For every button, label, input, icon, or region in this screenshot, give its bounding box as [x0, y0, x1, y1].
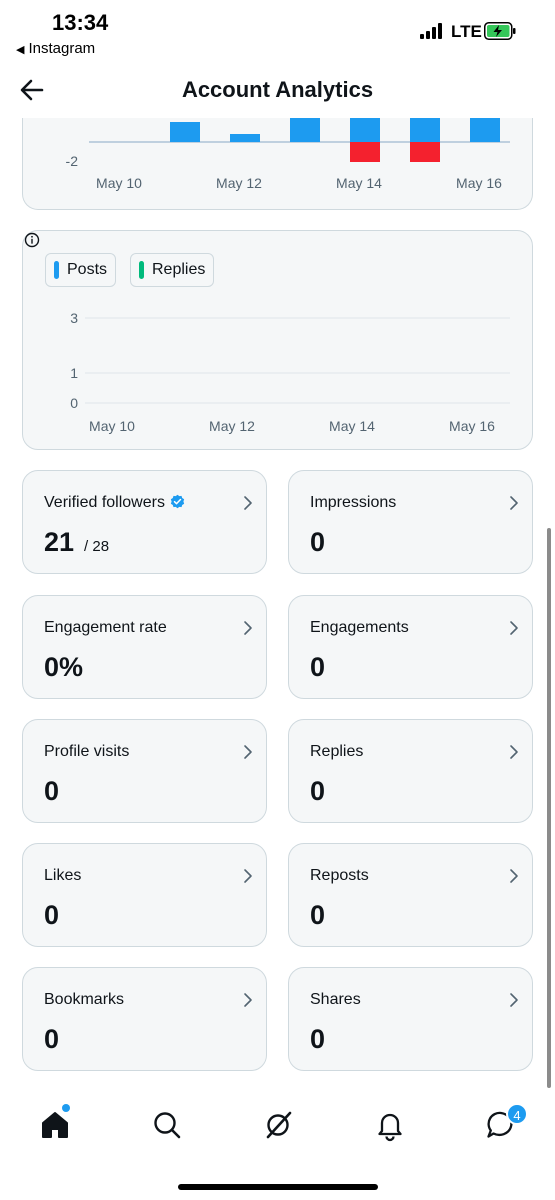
metric-value: 0: [44, 900, 60, 930]
metric-profile-visits[interactable]: Profile visits 0: [22, 719, 267, 823]
metric-bookmarks[interactable]: Bookmarks 0: [22, 967, 267, 1071]
metric-label: Likes: [44, 867, 82, 884]
x-tick-label: May 16: [456, 175, 502, 191]
metric-label: Reposts: [310, 867, 369, 884]
x-tick-label: May 12: [216, 175, 262, 191]
x-tick-label: May 16: [449, 418, 495, 434]
home-icon[interactable]: [38, 1108, 72, 1142]
chevron-right-icon: [510, 869, 518, 883]
metric-engagement-rate[interactable]: Engagement rate 0%: [22, 595, 267, 699]
chevron-right-icon: [510, 621, 518, 635]
metric-label: Verified followers: [44, 494, 185, 512]
metric-label: Replies: [310, 743, 364, 760]
metric-value: 0: [310, 776, 326, 806]
chevron-right-icon: [244, 621, 252, 635]
metric-value: 0: [310, 527, 326, 557]
metric-value: 21 / 28: [44, 527, 109, 558]
messages-badge: 4: [506, 1103, 528, 1125]
metric-value-number: 21: [44, 527, 75, 557]
chevron-right-icon: [510, 745, 518, 759]
chevron-right-icon: [244, 496, 252, 510]
metric-value: 0: [44, 776, 60, 806]
metric-value: 0: [310, 1024, 326, 1054]
positive-bar: [170, 122, 200, 142]
x-tick-label: May 10: [96, 175, 142, 191]
chevron-right-icon: [244, 745, 252, 759]
x-tick-label: May 14: [329, 418, 375, 434]
scrollbar[interactable]: [547, 528, 551, 1088]
y-tick-label: 3: [70, 310, 78, 326]
metric-value: 0: [310, 900, 326, 930]
back-to-app-link[interactable]: ◀ Instagram: [16, 40, 95, 57]
metric-value: 0%: [44, 652, 84, 682]
metric-value-total: / 28: [84, 538, 110, 555]
back-app-label: Instagram: [28, 40, 96, 57]
signal-icon: [420, 23, 442, 39]
page-title: Account Analytics: [181, 77, 374, 102]
status-bar: 13:34 ◀ Instagram LTE: [0, 0, 555, 62]
line-chart: 3 1 0 May 10 May 12 May 14 May 16: [70, 310, 510, 434]
metric-verified-followers[interactable]: Verified followers 21 / 28: [22, 470, 267, 574]
grok-icon[interactable]: [262, 1108, 296, 1142]
network-type: LTE: [451, 22, 482, 41]
bottom-nav: [0, 1100, 555, 1156]
battery-charging-icon: [484, 22, 516, 40]
negative-bar: [350, 142, 380, 162]
metric-reposts[interactable]: Reposts 0: [288, 843, 533, 947]
positive-bar: [230, 134, 260, 142]
home-indicator: [178, 1184, 378, 1190]
metric-label: Profile visits: [44, 743, 130, 760]
metric-value: 0: [310, 652, 326, 682]
y-tick-label: 1: [70, 365, 78, 381]
header: Account Analytics: [0, 62, 555, 118]
x-tick-label: May 10: [89, 418, 135, 434]
metric-value: 0: [44, 1024, 60, 1054]
metric-shares[interactable]: Shares 0: [288, 967, 533, 1071]
metric-label: Engagements: [310, 619, 409, 636]
metric-label: Shares: [310, 991, 361, 1008]
chevron-right-icon: [244, 869, 252, 883]
search-icon[interactable]: [150, 1108, 184, 1142]
metric-label: Impressions: [310, 494, 397, 511]
y-tick-label: -2: [66, 153, 79, 169]
chevron-right-icon: [510, 993, 518, 1007]
y-tick-label: 0: [70, 395, 78, 411]
metric-replies[interactable]: Replies 0: [288, 719, 533, 823]
notifications-bell-icon[interactable]: [373, 1108, 407, 1142]
metric-label: Engagement rate: [44, 619, 167, 636]
x-tick-label: May 12: [209, 418, 255, 434]
metric-impressions[interactable]: Impressions 0: [288, 470, 533, 574]
metric-label-text: Verified followers: [44, 494, 165, 511]
metric-likes[interactable]: Likes 0: [22, 843, 267, 947]
metric-engagements[interactable]: Engagements 0: [288, 595, 533, 699]
verified-badge-icon: [170, 494, 185, 509]
chevron-right-icon: [244, 993, 252, 1007]
metric-label: Bookmarks: [44, 991, 125, 1008]
home-notification-dot: [62, 1104, 70, 1112]
negative-bar: [410, 142, 440, 162]
x-tick-label: May 14: [336, 175, 382, 191]
status-time: 13:34: [52, 10, 109, 35]
back-triangle-icon: ◀: [16, 44, 25, 56]
chevron-right-icon: [510, 496, 518, 510]
posts-replies-chart-card: Posts Replies 3 1 0 May 10 May 12 May 14 May 1…: [22, 230, 533, 450]
